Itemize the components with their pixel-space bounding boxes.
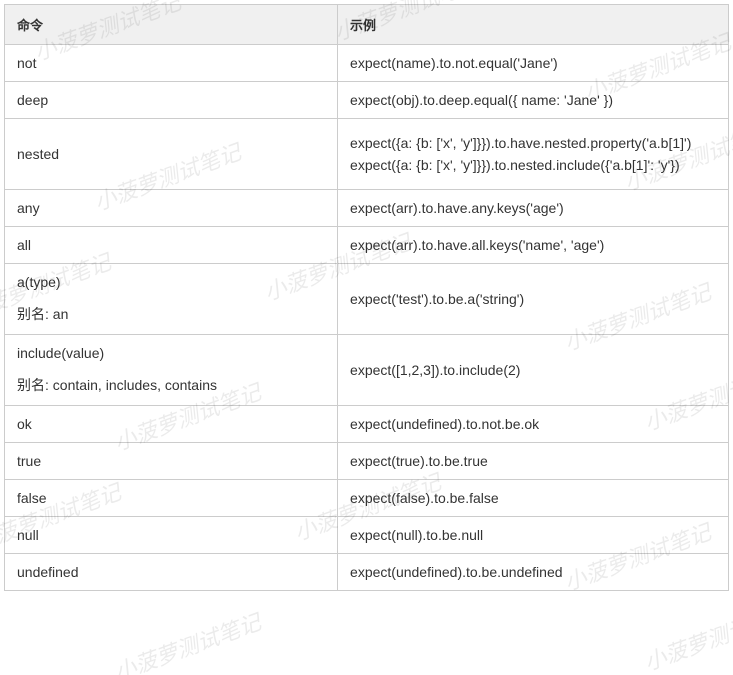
- cell-example: expect(obj).to.deep.equal({ name: 'Jane'…: [338, 82, 729, 119]
- command-alias: 别名: an: [17, 304, 325, 324]
- cell-example: expect(null).to.be.null: [338, 517, 729, 554]
- cell-example: expect({a: {b: ['x', 'y']}}).to.have.nes…: [338, 119, 729, 190]
- cell-command: false: [5, 480, 338, 517]
- command-alias: 别名: contain, includes, contains: [17, 375, 325, 395]
- cell-command: not: [5, 45, 338, 82]
- cell-example: expect([1,2,3]).to.include(2): [338, 335, 729, 406]
- cell-example: expect(arr).to.have.any.keys('age'): [338, 190, 729, 227]
- table-row: false expect(false).to.be.false: [5, 480, 729, 517]
- cell-command: ok: [5, 406, 338, 443]
- table-row: ok expect(undefined).to.not.be.ok: [5, 406, 729, 443]
- command-name: include(value): [17, 345, 104, 361]
- table-row: include(value) 别名: contain, includes, con…: [5, 335, 729, 406]
- cell-example: expect(arr).to.have.all.keys('name', 'ag…: [338, 227, 729, 264]
- command-name: nested: [17, 146, 59, 162]
- table-row: deep expect(obj).to.deep.equal({ name: 'J…: [5, 82, 729, 119]
- command-name: not: [17, 55, 36, 71]
- command-name: all: [17, 237, 31, 253]
- table-row: null expect(null).to.be.null: [5, 517, 729, 554]
- example-line: expect({a: {b: ['x', 'y']}}).to.nested.i…: [350, 157, 716, 173]
- command-name: a(type): [17, 274, 61, 290]
- cell-command: null: [5, 517, 338, 554]
- cell-command: true: [5, 443, 338, 480]
- command-name: deep: [17, 92, 48, 108]
- cell-example: expect(true).to.be.true: [338, 443, 729, 480]
- command-name: ok: [17, 416, 32, 432]
- cell-command: nested: [5, 119, 338, 190]
- table-row: a(type) 别名: an expect('test').to.be.a('str…: [5, 264, 729, 335]
- table-row: nested expect({a: {b: ['x', 'y']}}).to.ha…: [5, 119, 729, 190]
- cell-command: any: [5, 190, 338, 227]
- command-name: null: [17, 527, 39, 543]
- command-name: true: [17, 453, 41, 469]
- cell-command: include(value) 别名: contain, includes, con…: [5, 335, 338, 406]
- cell-command: deep: [5, 82, 338, 119]
- watermark: 小菠萝测试笔记: [109, 605, 265, 675]
- header-example: 示例: [338, 5, 729, 45]
- cell-example: expect(undefined).to.be.undefined: [338, 554, 729, 591]
- cell-example: expect(false).to.be.false: [338, 480, 729, 517]
- cell-command: a(type) 别名: an: [5, 264, 338, 335]
- table-header-row: 命令 示例: [5, 5, 729, 45]
- command-name: undefined: [17, 564, 79, 580]
- watermark: 小菠萝测试笔记: [639, 595, 733, 675]
- example-line: expect({a: {b: ['x', 'y']}}).to.have.nes…: [350, 135, 716, 151]
- assertion-table: 命令 示例 not expect(name).to.not.equal('Jane…: [4, 4, 729, 591]
- table-row: all expect(arr).to.have.all.keys('name', …: [5, 227, 729, 264]
- cell-command: undefined: [5, 554, 338, 591]
- cell-example: expect(name).to.not.equal('Jane'): [338, 45, 729, 82]
- command-name: false: [17, 490, 47, 506]
- cell-command: all: [5, 227, 338, 264]
- table-row: not expect(name).to.not.equal('Jane'): [5, 45, 729, 82]
- header-command: 命令: [5, 5, 338, 45]
- command-name: any: [17, 200, 40, 216]
- table-row: undefined expect(undefined).to.be.undefin…: [5, 554, 729, 591]
- table-row: true expect(true).to.be.true: [5, 443, 729, 480]
- table-row: any expect(arr).to.have.any.keys('age'): [5, 190, 729, 227]
- cell-example: expect(undefined).to.not.be.ok: [338, 406, 729, 443]
- cell-example: expect('test').to.be.a('string'): [338, 264, 729, 335]
